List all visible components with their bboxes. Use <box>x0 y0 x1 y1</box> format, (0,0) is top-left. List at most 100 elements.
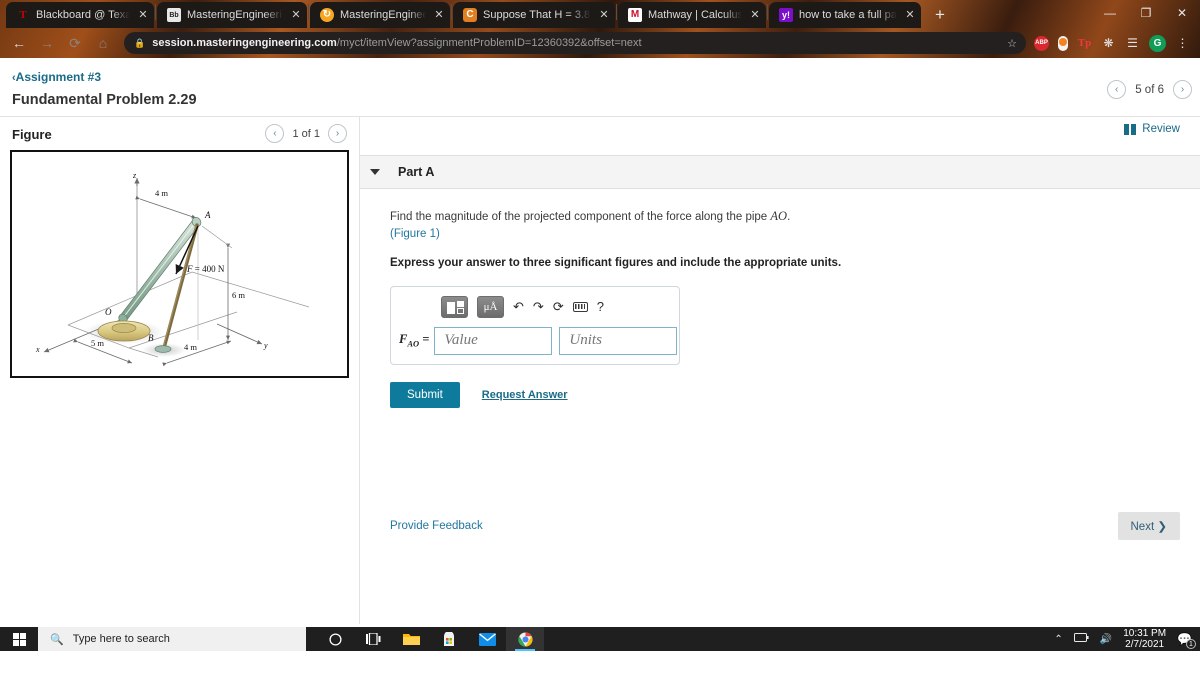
tab-close-icon[interactable]: ✕ <box>432 9 446 21</box>
windows-icon[interactable] <box>0 632 38 646</box>
tab-close-icon[interactable]: ✕ <box>289 9 303 21</box>
file-explorer-icon[interactable] <box>392 627 430 651</box>
redo-icon[interactable]: ↷ <box>533 300 544 313</box>
pager-prev-button[interactable]: ‹ <box>1107 80 1127 99</box>
part-header[interactable]: Part A <box>360 155 1200 189</box>
figure-next-button[interactable]: › <box>328 124 347 143</box>
tab-divider <box>451 4 452 20</box>
close-window-button[interactable]: ✕ <box>1164 6 1200 20</box>
figure-reference-link[interactable]: (Figure 1) <box>390 228 440 240</box>
point-label-O: O <box>105 307 112 317</box>
template-button[interactable] <box>441 295 468 318</box>
axis-label-z: z <box>132 171 137 180</box>
reload-icon[interactable]: ⟳ <box>62 35 88 52</box>
maximize-button[interactable]: ❐ <box>1128 6 1164 20</box>
cortana-icon[interactable] <box>316 627 354 651</box>
force-label: F = 400 N <box>186 264 225 274</box>
new-tab-button[interactable]: + <box>927 3 953 27</box>
search-placeholder: Type here to search <box>72 633 170 645</box>
chevron-right-icon: ❯ <box>1157 521 1167 533</box>
window-controls: — ❐ ✕ <box>1092 0 1200 26</box>
browser-tab[interactable]: T Blackboard @ Texas Tech Uni ✕ <box>6 2 154 28</box>
provide-feedback-link[interactable]: Provide Feedback <box>390 520 483 532</box>
browser-tab[interactable]: Bb MasteringEngineering – Sprin ✕ <box>157 2 307 28</box>
page-title: Fundamental Problem 2.29 <box>12 92 197 108</box>
next-button[interactable]: Next ❯ <box>1117 512 1180 540</box>
figure-prev-button[interactable]: ‹ <box>265 124 285 143</box>
template-icon <box>447 301 455 314</box>
units-input[interactable] <box>559 326 678 355</box>
texas-tech-icon: T <box>16 8 30 22</box>
tab-divider <box>767 4 768 20</box>
abp-icon[interactable]: ABP <box>1034 35 1049 51</box>
submit-button[interactable]: Submit <box>390 381 460 408</box>
request-answer-link[interactable]: Request Answer <box>482 389 568 401</box>
tp-icon[interactable]: Tp <box>1077 36 1092 51</box>
bookmark-star-icon[interactable]: ☆ <box>1007 37 1017 50</box>
submit-row: Submit Request Answer <box>390 381 1200 408</box>
reading-list-icon[interactable]: ☰ <box>1125 36 1140 51</box>
chevron-up-icon[interactable]: ⌃ <box>1054 634 1062 645</box>
battery-icon[interactable] <box>1073 633 1089 645</box>
tab-close-icon[interactable]: ✕ <box>748 9 762 21</box>
tab-close-icon[interactable]: ✕ <box>597 9 611 21</box>
question-math: AO <box>770 209 788 223</box>
microsoft-store-icon[interactable] <box>430 627 468 651</box>
pill-icon[interactable] <box>1058 35 1068 51</box>
answer-row: FAO = <box>399 326 678 355</box>
back-icon[interactable]: ← <box>6 35 32 51</box>
search-icon: 🔍 <box>50 633 64 646</box>
tab-title: Blackboard @ Texas Tech Uni <box>36 9 130 21</box>
browser-tab[interactable]: C Suppose That H = 3.8 M . (Fi ✕ <box>453 2 615 28</box>
value-input[interactable] <box>434 326 553 355</box>
tab-close-icon[interactable]: ✕ <box>903 9 917 21</box>
volume-icon[interactable]: 🔊 <box>1100 634 1112 645</box>
tab-title: Suppose That H = 3.8 M . (Fi <box>483 9 591 21</box>
answer-variable-label: FAO = <box>399 332 429 349</box>
notification-icon[interactable]: 💬 1 <box>1177 632 1196 649</box>
clock[interactable]: 10:31 PM 2/7/2021 <box>1123 628 1166 651</box>
menu-kebab-icon[interactable]: ⋮ <box>1175 36 1190 51</box>
tab-divider <box>155 4 156 20</box>
browser-tab[interactable]: M Mathway | Calculus Problem ✕ <box>618 2 766 28</box>
forward-icon[interactable]: → <box>34 35 60 51</box>
figure-pane: Figure ‹ 1 of 1 › z x y 4 m 6 m O A B F … <box>0 117 360 624</box>
browser-tab-active[interactable]: ↻ MasteringEngineering Maste ✕ <box>310 2 450 28</box>
mastering-icon: ↻ <box>320 8 334 22</box>
profile-g-icon[interactable]: G <box>1149 34 1166 52</box>
notification-badge: 1 <box>1186 639 1196 649</box>
lock-icon: 🔒 <box>134 37 146 48</box>
question-pane: Review Part A Find the magnitude of the … <box>360 117 1200 624</box>
reset-icon[interactable]: ⟳ <box>553 300 564 313</box>
dimension-6m-right: 6 m <box>232 290 245 300</box>
figure-pager-label: 1 of 1 <box>292 127 320 140</box>
help-icon[interactable]: ? <box>597 300 604 313</box>
home-icon[interactable]: ⌂ <box>90 35 116 51</box>
browser-tab[interactable]: y! how to take a full page scree ✕ <box>769 2 921 28</box>
units-button[interactable]: μÅ <box>477 295 504 318</box>
puzzle-icon[interactable]: ❋ <box>1101 36 1116 51</box>
undo-icon[interactable]: ↶ <box>513 300 524 313</box>
review-link[interactable]: Review <box>1124 123 1180 135</box>
axis-label-x: x <box>35 345 40 354</box>
review-label: Review <box>1142 123 1180 135</box>
minimize-button[interactable]: — <box>1092 6 1128 20</box>
mail-icon[interactable] <box>468 627 506 651</box>
blackboard-icon: Bb <box>167 8 181 22</box>
tab-close-icon[interactable]: ✕ <box>136 9 150 21</box>
axis-label-y: y <box>263 341 268 350</box>
assignment-back-link[interactable]: ‹Assignment #3 <box>12 70 101 84</box>
figure-image-frame[interactable]: z x y 4 m 6 m O A B F = 400 N 5 m 4 m <box>10 150 349 378</box>
clock-time: 10:31 PM <box>1123 627 1167 639</box>
address-bar[interactable]: 🔒 session.masteringengineering.com/myct/… <box>124 32 1026 54</box>
chrome-icon[interactable] <box>506 627 544 651</box>
chegg-icon: C <box>463 8 477 22</box>
chevron-down-icon[interactable] <box>370 169 380 175</box>
point-label-A: A <box>204 210 211 220</box>
pager-next-button[interactable]: › <box>1173 80 1192 99</box>
tab-divider <box>308 4 309 20</box>
search-input[interactable]: 🔍 Type here to search <box>38 627 306 651</box>
task-view-icon[interactable] <box>354 627 392 651</box>
question-suffix: . <box>787 211 791 223</box>
keyboard-icon[interactable] <box>572 301 588 312</box>
